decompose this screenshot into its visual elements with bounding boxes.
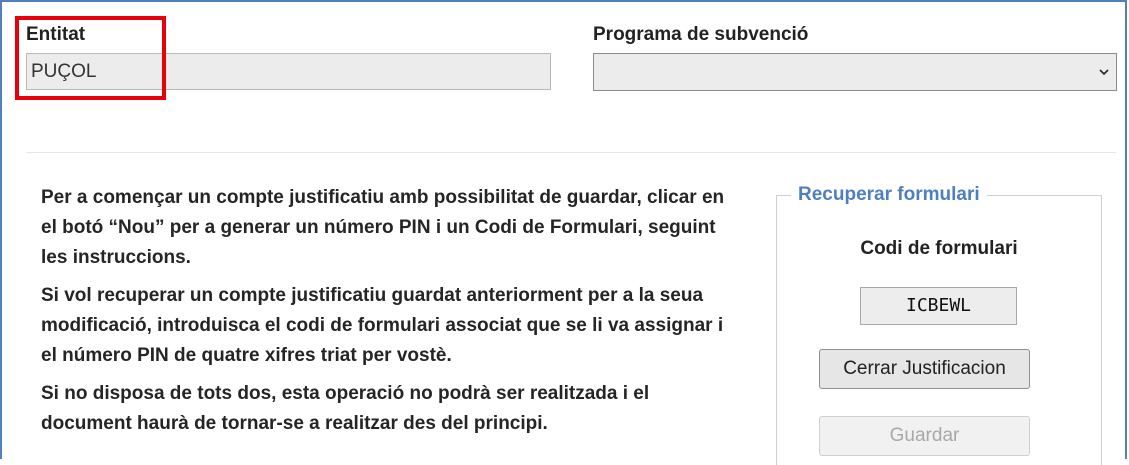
instructions-paragraph-1: Per a començar un compte justificatiu am… bbox=[41, 187, 725, 268]
section-divider bbox=[26, 152, 1116, 153]
codi-formulari-value: ICBEWL bbox=[860, 287, 1017, 325]
instructions-paragraph-2: Si vol recuperar un compte justificatiu … bbox=[41, 285, 724, 366]
chevron-down-icon bbox=[1099, 69, 1109, 76]
entitat-highlight-box bbox=[15, 16, 166, 100]
recuperar-legend: Recuperar formulari bbox=[791, 184, 987, 206]
codi-formulari-label: Codi de formulari bbox=[860, 238, 1018, 259]
form-frame-left-border bbox=[0, 0, 2, 459]
programa-select[interactable] bbox=[593, 53, 1117, 91]
cerrar-justificacion-button[interactable]: Cerrar Justificacion bbox=[819, 349, 1030, 389]
programa-label: Programa de subvenció bbox=[593, 24, 809, 45]
guardar-button[interactable]: Guardar bbox=[819, 416, 1030, 456]
instructions-paragraph-3: Si no disposa de tots dos, esta operació… bbox=[41, 383, 650, 434]
instructions-text: Per a començar un compte justificatiu am… bbox=[41, 183, 731, 447]
